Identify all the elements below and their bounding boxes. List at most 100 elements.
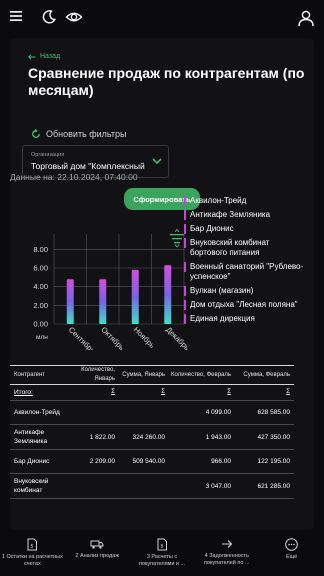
legend-label: Единая дирекция xyxy=(190,314,255,323)
bar[interactable] xyxy=(164,265,172,324)
header-qty-jan[interactable]: Количество, Январь xyxy=(70,366,117,384)
legend-label: Бар Дионис xyxy=(190,224,234,233)
legend-item[interactable]: Внуковский комбинат бортового питания xyxy=(184,238,304,258)
legend-item[interactable]: Вулкан (магазин) xyxy=(184,286,304,296)
table-row[interactable]: Аквилон-Трейд 4 099.00 628 585.00 xyxy=(10,401,294,425)
nav-label: 4 Задолженность покупателей по ... xyxy=(204,553,250,566)
value-cell: 509 540.00 xyxy=(132,458,165,465)
value-cell: 628 585.00 xyxy=(257,409,290,416)
counterparty-cell: Антикафе Земляника xyxy=(14,429,48,445)
back-label: Назад xyxy=(40,53,61,60)
bottom-nav: $ 1 Остатки на расчетных счетах 2 Анализ… xyxy=(0,538,324,576)
refresh-filters-button[interactable]: Обновить фильтры xyxy=(31,129,127,139)
value-cell: 3 047.00 xyxy=(205,482,231,490)
sigma-icon[interactable]: Σ xyxy=(117,388,167,397)
legend-label: Вулкан (магазин) xyxy=(190,286,254,295)
table-header: Контрагент Количество, Январь Сумма, Янв… xyxy=(10,365,294,385)
y-tick-label: 0.00 xyxy=(33,320,48,329)
table-row[interactable]: Бар Дионис 2 209.00 509 540.00 966.00 122 19… xyxy=(10,450,294,474)
arrow-right-icon xyxy=(221,540,233,548)
value-cell: 324 260.00 xyxy=(132,433,165,441)
x-tick-label: Октябрь xyxy=(99,325,126,350)
svg-text:$: $ xyxy=(160,544,163,550)
legend-label: Дом отдыха "Лесная поляна" xyxy=(190,300,298,309)
legend-swatch xyxy=(184,238,186,248)
legend-label: Антикафе Земляника xyxy=(190,210,271,219)
refresh-label: Обновить фильтры xyxy=(46,129,127,139)
moon-icon[interactable] xyxy=(41,9,57,25)
nav-label: Ещё xyxy=(285,554,298,560)
table-row[interactable]: Антикафе Земляника 1 822.00 324 260.00 1 94… xyxy=(10,425,294,450)
sales-chart: 8.00 6.00 4.00 2.00 0.00 млн Сентябрь Октябрь Но… xyxy=(33,228,190,350)
legend-swatch xyxy=(184,224,186,234)
document-icon: $ xyxy=(157,538,167,551)
header-sum-feb[interactable]: Сумма, Февраль xyxy=(233,371,294,380)
value-cell: 4 099.00 xyxy=(205,409,231,416)
legend-swatch xyxy=(184,300,186,310)
y-tick-label: 2.00 xyxy=(33,301,48,310)
y-tick-label: 6.00 xyxy=(33,264,48,273)
page-title: Сравнение продаж по контрагентам (по мес… xyxy=(28,65,305,98)
menu-icon[interactable] xyxy=(9,9,23,23)
header-qty-feb[interactable]: Количество, Февраль xyxy=(167,371,233,380)
legend-label: Аквилон-Трейд xyxy=(190,196,247,205)
value-cell: 1 943.00 xyxy=(205,433,231,441)
legend-swatch xyxy=(184,210,186,220)
organization-value: Торговый дом "Комплексный xyxy=(31,161,145,171)
nav-item-sales-analysis[interactable]: 2 Анализ продаж xyxy=(65,538,130,576)
nav-label: 3 Расчеты с покупателями и ... xyxy=(138,554,186,567)
counterparty-cell: Аквилон-Трейд xyxy=(14,409,60,416)
organization-label: Организация xyxy=(31,152,65,158)
nav-item-debt[interactable]: 4 Задолженность покупателей по ... xyxy=(194,538,259,576)
bar[interactable] xyxy=(131,269,139,324)
svg-text:$: $ xyxy=(31,544,34,550)
counterparty-cell: Бар Дионис xyxy=(14,458,50,465)
legend-item[interactable]: Бар Дионис xyxy=(184,224,304,234)
legend-item[interactable]: Антикафе Земляника xyxy=(184,210,304,220)
sales-table: Контрагент Количество, Январь Сумма, Янв… xyxy=(10,365,294,499)
nav-label: 1 Остатки на расчетных счетах xyxy=(1,554,63,567)
truck-icon xyxy=(90,540,104,549)
x-tick-label: Сентябрь xyxy=(67,325,97,350)
value-cell: 122 195.00 xyxy=(257,458,290,465)
arrow-left-icon xyxy=(28,53,36,60)
legend-label: Внуковский комбинат бортового питания xyxy=(190,238,270,257)
legend-item[interactable]: Военный санаторий "Рублево-успенское" xyxy=(184,262,304,282)
nav-item-accounts[interactable]: $ 1 Остатки на расчетных счетах xyxy=(0,538,65,576)
bar[interactable] xyxy=(66,279,74,324)
counterparty-cell: Внуковский комбинат xyxy=(14,478,49,494)
user-icon[interactable] xyxy=(297,9,315,27)
nav-item-more[interactable]: Ещё xyxy=(259,538,324,576)
bar[interactable] xyxy=(99,279,107,324)
table-row[interactable]: Внуковский комбинат 3 047.00 621 285.00 xyxy=(10,474,294,499)
value-cell: 1 822.00 xyxy=(89,433,115,441)
legend-item[interactable]: Аквилон-Трейд xyxy=(184,196,304,206)
legend-label: Военный санаторий "Рублево-успенское" xyxy=(190,262,304,281)
back-button[interactable]: Назад xyxy=(28,53,60,60)
legend-swatch xyxy=(184,262,186,272)
x-tick-label: Ноябрь xyxy=(132,325,157,350)
sigma-icon[interactable]: Σ xyxy=(233,388,294,397)
legend-item[interactable]: Единая дирекция xyxy=(184,314,304,324)
value-cell: 427 350.00 xyxy=(257,433,290,441)
header-sum-jan[interactable]: Сумма, Январь xyxy=(117,371,167,380)
value-cell: 2 209.00 xyxy=(89,458,115,465)
total-label: Итого: xyxy=(14,389,33,396)
nav-item-settlements[interactable]: $ 3 Расчеты с покупателями и ... xyxy=(130,538,195,576)
chart-filter-icon[interactable] xyxy=(170,228,184,248)
total-row: Итого: Σ Σ Σ Σ xyxy=(10,385,294,401)
eye-icon[interactable] xyxy=(65,9,83,25)
y-unit-label: млн xyxy=(36,334,48,341)
more-icon xyxy=(285,538,298,551)
value-cell: 621 285.00 xyxy=(257,482,290,490)
sigma-icon[interactable]: Σ xyxy=(167,388,233,397)
chevron-down-icon xyxy=(152,158,162,165)
legend-swatch xyxy=(184,196,186,206)
nav-label: 2 Анализ продаж xyxy=(75,553,119,559)
data-timestamp: Данные на: 22.10.2024, 07:40:00 xyxy=(10,172,138,182)
y-tick-label: 8.00 xyxy=(33,245,48,254)
legend-swatch xyxy=(184,286,186,296)
legend-item[interactable]: Дом отдыха "Лесная поляна" xyxy=(184,300,304,310)
sigma-icon[interactable]: Σ xyxy=(70,388,117,397)
header-counterparty[interactable]: Контрагент xyxy=(10,371,70,380)
